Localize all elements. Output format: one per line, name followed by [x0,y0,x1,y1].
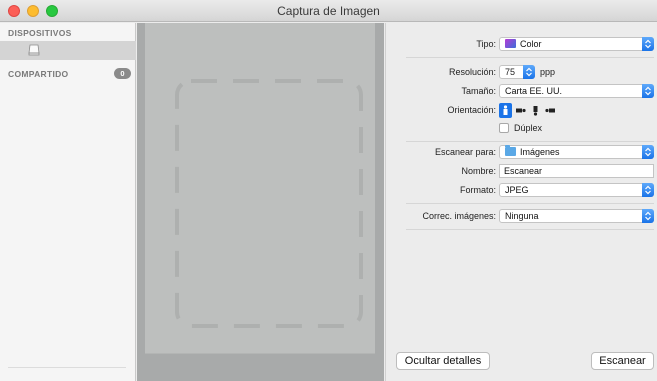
resolution-unit: ppp [540,67,556,77]
window-title: Captura de Imagen [277,4,380,18]
type-row: Tipo: Color [386,37,657,51]
size-label: Tamaño: [461,86,496,96]
person-rotated-right-icon [516,108,526,113]
sidebar-divider [8,367,126,368]
person-upright-icon [503,105,508,115]
orientation-row: Orientación: [386,103,657,118]
format-row: Formato: JPEG [386,183,657,197]
image-correction-value: Ninguna [505,211,539,221]
name-label: Nombre: [461,166,496,176]
settings-panel: Tipo: Color Resolución: 75 ppp Tamaño: C… [385,23,657,381]
popup-chevron-icon [642,209,654,223]
type-popup[interactable]: Color [499,37,654,51]
sidebar-item-scanner[interactable] [0,41,136,60]
orientation-landscape-button[interactable] [514,103,527,118]
separator [406,203,654,204]
orientation-landscape-left-button[interactable] [544,103,557,118]
resolution-label: Resolución: [448,67,496,77]
scanner-icon [28,44,40,56]
type-value: Color [520,39,542,49]
scan-preview-area[interactable] [137,23,384,381]
folder-icon [505,145,516,156]
sidebar: DISPOSITIVOS COMPARTIDO 0 [0,23,136,381]
size-value: Carta EE. UU. [505,86,563,96]
image-correction-label: Correc. imágenes: [422,211,496,221]
scan-to-popup[interactable]: Imágenes [499,145,654,159]
format-popup[interactable]: JPEG [499,183,654,197]
hide-details-button[interactable]: Ocultar detalles [396,352,490,370]
scan-to-row: Escanear para: Imágenes [386,145,657,159]
scan-region-dashed-frame [175,79,363,328]
orientation-upside-down-button[interactable] [529,103,542,118]
color-mode-icon [505,39,516,48]
orientation-controls [499,103,559,118]
name-row: Nombre: Escanear [386,164,657,178]
scan-to-label: Escanear para: [434,147,496,157]
format-value: JPEG [505,185,529,195]
duplex-checkbox[interactable] [499,123,509,133]
duplex-option[interactable]: Dúplex [499,123,619,135]
name-input[interactable]: Escanear [499,164,654,178]
image-correction-popup[interactable]: Ninguna [499,209,654,223]
separator [406,229,654,230]
popup-chevron-icon [642,183,654,197]
duplex-label: Dúplex [514,123,543,133]
format-label: Formato: [459,185,496,195]
resolution-combo[interactable]: 75 [499,65,535,79]
sidebar-heading-shared: COMPARTIDO [8,69,69,79]
size-row: Tamaño: Carta EE. UU. [386,84,657,98]
separator [406,57,654,58]
size-popup[interactable]: Carta EE. UU. [499,84,654,98]
image-capture-window: Captura de Imagen DISPOSITIVOS COMPARTID… [0,0,657,381]
scan-to-value: Imágenes [520,147,560,157]
popup-chevron-icon [642,37,654,51]
person-inverted-icon [533,106,538,116]
title-bar: Captura de Imagen [0,0,657,22]
orientation-label: Orientación: [447,105,496,115]
popup-chevron-icon [523,65,535,79]
popup-chevron-icon [642,84,654,98]
preview-paper [145,23,375,354]
person-rotated-left-icon [545,108,555,113]
orientation-portrait-button[interactable] [499,103,512,118]
type-label: Tipo: [476,39,496,49]
shared-count-badge: 0 [114,68,131,79]
image-correction-row: Correc. imágenes: Ninguna [386,209,657,223]
scan-button[interactable]: Escanear [591,352,654,370]
resolution-row: Resolución: 75 ppp [386,65,657,79]
resolution-value: 75 [505,67,516,77]
separator [406,141,654,142]
popup-chevron-icon [642,145,654,159]
sidebar-heading-devices: DISPOSITIVOS [8,28,72,38]
